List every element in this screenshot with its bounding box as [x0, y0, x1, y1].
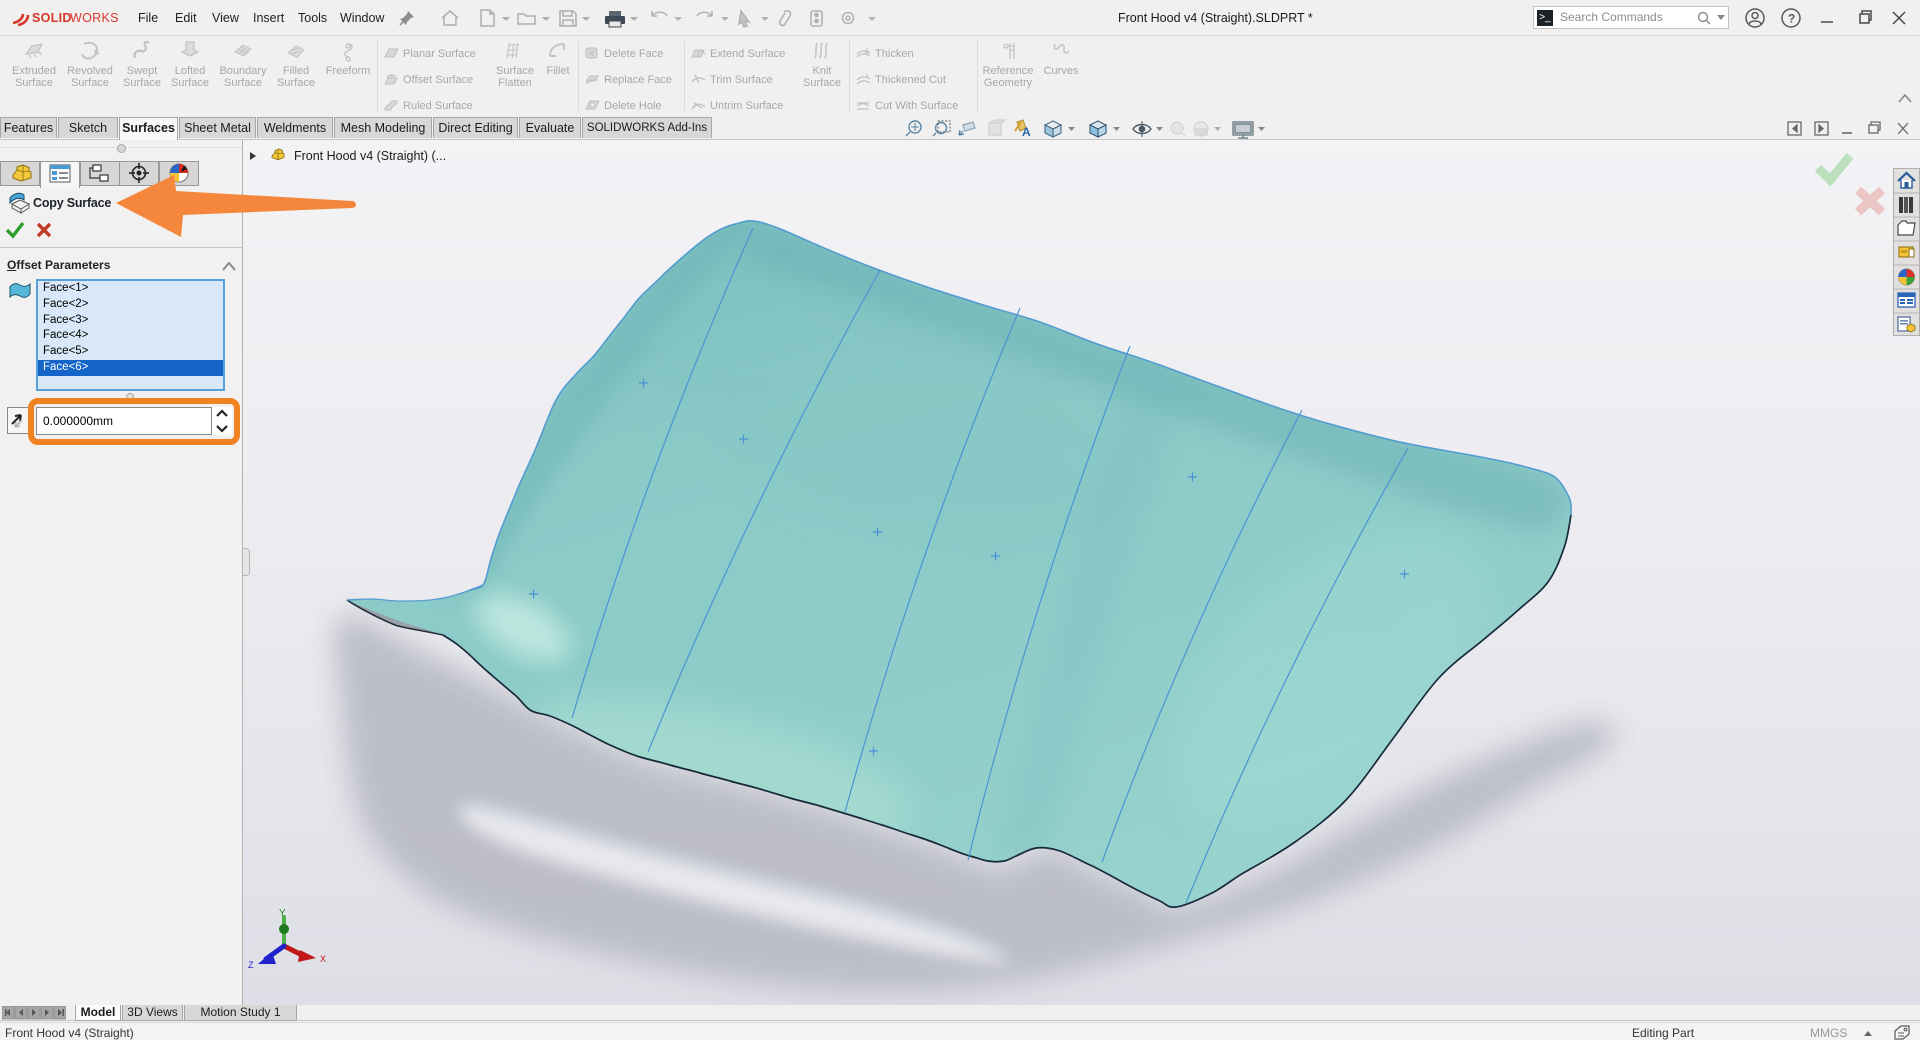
svg-text:?: ?: [1788, 12, 1795, 26]
svg-text:WORKS: WORKS: [70, 11, 119, 25]
svg-text:SOLID: SOLID: [32, 11, 72, 25]
svg-text:A: A: [1022, 125, 1031, 139]
